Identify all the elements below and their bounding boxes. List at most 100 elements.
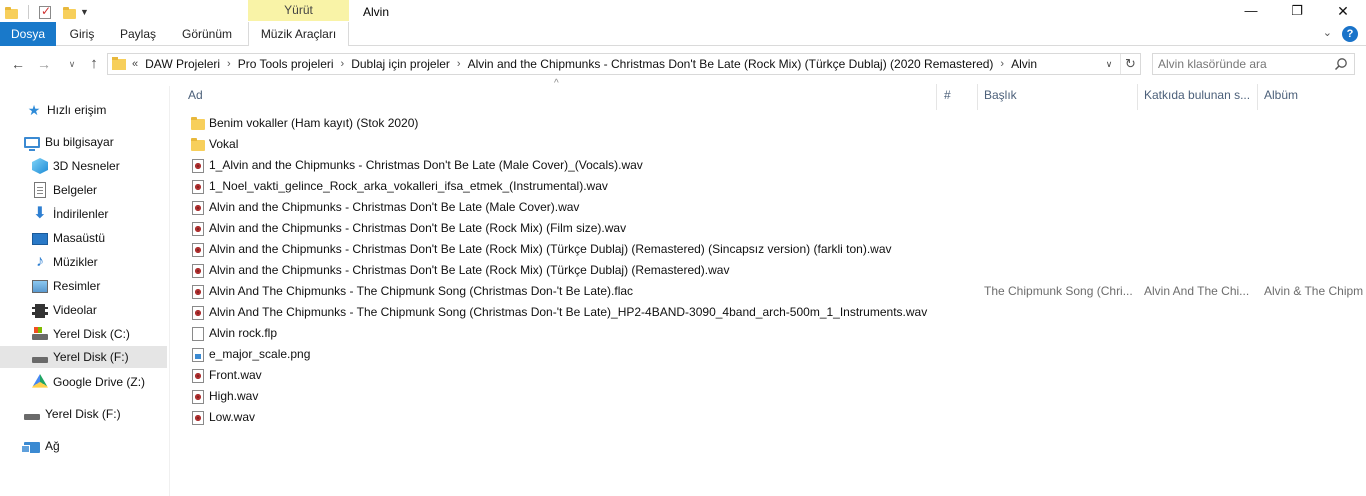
list-item[interactable]: 1_Alvin and the Chipmunks - Christmas Do… <box>188 155 1363 176</box>
column-header-album[interactable]: Albüm <box>1264 86 1364 104</box>
breadcrumb-separator-icon[interactable]: › <box>457 58 461 70</box>
breadcrumb-dublaj[interactable]: Dublaj için projeler <box>351 57 450 71</box>
tab-home[interactable]: Giriş <box>62 22 102 46</box>
list-item[interactable]: Benim vokaller (Ham kayıt) (Stok 2020) <box>188 113 1363 134</box>
customize-toolbar-icon[interactable]: ▼ <box>80 7 89 17</box>
refresh-icon[interactable]: ↻ <box>1120 54 1140 74</box>
sidebar-item-videos[interactable]: Videolar <box>32 299 97 321</box>
breadcrumb-separator-icon[interactable]: › <box>227 58 231 70</box>
folder-icon <box>5 7 18 19</box>
column-divider[interactable] <box>1137 84 1138 110</box>
column-divider[interactable] <box>977 84 978 110</box>
sidebar-item-label: Belgeler <box>53 183 98 197</box>
list-item[interactable]: Front.wav <box>188 365 1363 386</box>
file-list: ^ Ad # Başlık Katkıda bulunan s... Albüm… <box>171 78 1366 496</box>
sidebar-item-label: Resimler <box>53 279 101 293</box>
sidebar-item-downloads[interactable]: ⬇ İndirilenler <box>32 203 108 225</box>
pictures-icon <box>32 280 48 293</box>
window-title: Alvin <box>363 5 390 19</box>
file-name: 1_Noel_vakti_gelince_Rock_arka_vokalleri… <box>209 179 608 193</box>
help-icon[interactable]: ? <box>1342 26 1358 42</box>
overflow-chevron-icon[interactable]: « <box>132 58 138 70</box>
file-name: Alvin and the Chipmunks - Christmas Don'… <box>209 200 580 214</box>
minimize-button[interactable]: ― <box>1228 0 1274 24</box>
breadcrumb-project[interactable]: Alvin and the Chipmunks - Christmas Don'… <box>468 57 994 71</box>
sidebar-item-network[interactable]: Ağ <box>21 435 60 457</box>
sidebar-item-google-drive[interactable]: Google Drive (Z:) <box>32 371 145 393</box>
properties-icon[interactable] <box>39 4 51 19</box>
file-name: Benim vokaller (Ham kayıt) (Stok 2020) <box>209 116 419 130</box>
sidebar-item-documents[interactable]: Belgeler <box>32 179 97 201</box>
sidebar-item-disk-c[interactable]: Yerel Disk (C:) <box>32 323 130 345</box>
tab-file[interactable]: Dosya <box>0 22 56 46</box>
tab-share[interactable]: Paylaş <box>112 22 164 46</box>
file-name: Alvin and the Chipmunks - Christmas Don'… <box>209 242 892 256</box>
document-icon <box>34 182 46 198</box>
search-icon[interactable] <box>1334 57 1348 71</box>
sidebar-item-label: Google Drive (Z:) <box>53 375 146 389</box>
breadcrumb-alvin[interactable]: Alvin <box>1011 57 1037 71</box>
address-bar[interactable]: « DAW Projeleri › Pro Tools projeleri › … <box>107 53 1141 75</box>
list-item[interactable]: Alvin and the Chipmunks - Christmas Don'… <box>188 218 1363 239</box>
sidebar-item-label: Yerel Disk (F:) <box>45 407 121 421</box>
address-dropdown-icon[interactable]: ∨ <box>1100 54 1118 74</box>
sidebar-item-3d-objects[interactable]: 3D Nesneler <box>32 155 120 177</box>
breadcrumb-daw-projeleri[interactable]: DAW Projeleri <box>145 57 220 71</box>
cube-icon <box>32 158 48 174</box>
column-header-name[interactable]: Ad <box>188 86 928 104</box>
forward-arrow-icon[interactable]: → <box>34 54 54 74</box>
column-divider[interactable] <box>936 84 937 110</box>
list-item[interactable]: 1_Noel_vakti_gelince_Rock_arka_vokalleri… <box>188 176 1363 197</box>
list-item[interactable]: Alvin And The Chipmunks - The Chipmunk S… <box>188 281 1363 302</box>
list-item[interactable]: Vokal <box>188 134 1363 155</box>
sidebar-item-music[interactable]: ♪ Müzikler <box>32 251 98 273</box>
tab-view[interactable]: Görünüm <box>174 22 240 46</box>
column-header-title[interactable]: Başlık <box>984 86 1134 104</box>
file-name: Alvin And The Chipmunks - The Chipmunk S… <box>209 284 634 298</box>
sidebar-item-label: Videolar <box>53 303 97 317</box>
list-item[interactable]: Alvin and the Chipmunks - Christmas Don'… <box>188 239 1363 260</box>
sidebar-item-this-pc[interactable]: Bu bilgisayar <box>24 131 114 153</box>
back-arrow-icon[interactable]: ← <box>8 54 28 74</box>
sidebar-item-quick-access[interactable]: ★ Hızlı erişim <box>26 99 107 121</box>
file-name: High.wav <box>209 389 259 403</box>
expand-ribbon-icon[interactable]: ⌄ <box>1323 26 1332 39</box>
list-item[interactable]: Low.wav <box>188 407 1363 428</box>
list-item[interactable]: High.wav <box>188 386 1363 407</box>
list-item[interactable]: Alvin And The Chipmunks - The Chipmunk S… <box>188 302 1363 323</box>
list-item[interactable]: Alvin rock.flp <box>188 323 1363 344</box>
file-name: Alvin And The Chipmunks - The Chipmunk S… <box>209 305 928 319</box>
quick-access-toolbar: ▼ <box>0 0 89 24</box>
video-icon <box>32 303 48 318</box>
computer-icon <box>24 137 40 151</box>
list-item[interactable]: Alvin and the Chipmunks - Christmas Don'… <box>188 197 1363 218</box>
folder-icon <box>112 56 126 70</box>
divider <box>28 5 29 19</box>
breadcrumb-separator-icon[interactable]: › <box>341 58 345 70</box>
restore-button[interactable]: ❐ <box>1274 0 1320 24</box>
tab-music-tools[interactable]: Müzik Araçları <box>248 22 349 46</box>
search-input[interactable]: Alvin klasöründe ara <box>1152 53 1355 75</box>
recent-locations-icon[interactable]: ∨ <box>62 54 82 74</box>
file-name: Alvin rock.flp <box>209 326 278 340</box>
column-header-number[interactable]: # <box>944 86 974 104</box>
sidebar-item-disk-f-root[interactable]: Yerel Disk (F:) <box>24 403 121 425</box>
audio-file-icon <box>192 306 204 320</box>
sidebar-item-disk-f[interactable]: Yerel Disk (F:) <box>0 346 167 368</box>
address-row: ← → ∨ ↑ « DAW Projeleri › Pro Tools proj… <box>0 50 1366 78</box>
close-button[interactable]: ✕ <box>1320 0 1366 24</box>
audio-file-icon <box>192 264 204 278</box>
file-artist: Alvin And The Chi... <box>1144 284 1250 298</box>
column-header-contributing-artists[interactable]: Katkıda bulunan s... <box>1144 86 1254 104</box>
column-divider[interactable] <box>1257 84 1258 110</box>
list-item[interactable]: Alvin and the Chipmunks - Christmas Don'… <box>188 260 1363 281</box>
breadcrumb-pro-tools[interactable]: Pro Tools projeleri <box>238 57 334 71</box>
sidebar-item-pictures[interactable]: Resimler <box>32 275 100 297</box>
breadcrumb-separator-icon[interactable]: › <box>1000 58 1004 70</box>
sidebar-item-desktop[interactable]: Masaüstü <box>32 227 105 249</box>
search-placeholder: Alvin klasöründe ara <box>1158 57 1267 71</box>
new-folder-icon[interactable] <box>63 7 76 19</box>
up-arrow-icon[interactable]: ↑ <box>84 54 104 74</box>
folder-icon <box>191 117 205 130</box>
list-item[interactable]: e_major_scale.png <box>188 344 1363 365</box>
